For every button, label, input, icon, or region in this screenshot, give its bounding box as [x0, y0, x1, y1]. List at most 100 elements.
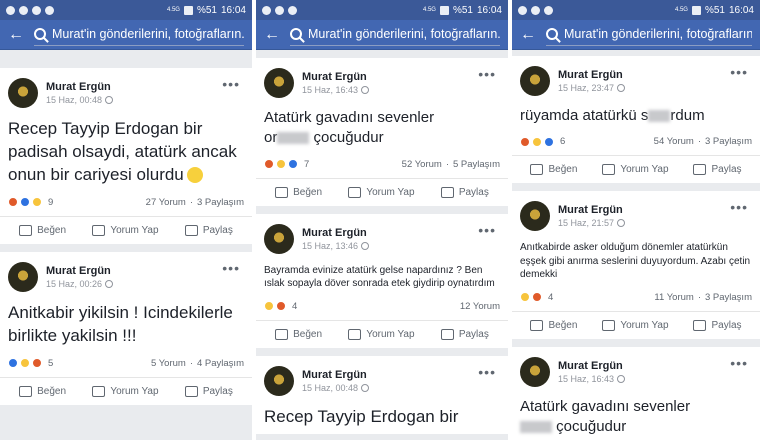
post-time[interactable]: 15 Haz, 16:43	[558, 374, 614, 384]
notification-icon	[6, 5, 15, 15]
comment-count[interactable]: 54 Yorum	[654, 136, 694, 147]
like-button[interactable]: Beğen	[275, 328, 322, 340]
more-options-icon[interactable]: •••	[730, 355, 748, 371]
like-reaction-icon	[544, 136, 554, 147]
share-icon	[440, 186, 454, 198]
comment-count[interactable]: 52 Yorum	[402, 159, 442, 170]
comment-button[interactable]: Yorum Yap	[92, 224, 159, 236]
globe-icon	[617, 374, 626, 383]
post-time[interactable]: 15 Haz, 16:43	[302, 85, 358, 95]
top-bar: ← Murat'in gönderilerini, fotoğrafların.…	[512, 20, 760, 50]
share-count[interactable]: 4 Paylaşım	[197, 358, 244, 369]
more-options-icon[interactable]: •••	[730, 64, 748, 80]
reaction-count[interactable]: 5	[48, 358, 53, 369]
author-name[interactable]: Murat Ergün	[558, 204, 625, 216]
like-button[interactable]: Beğen	[19, 224, 67, 236]
network-label: 4.5G	[674, 7, 688, 13]
share-count[interactable]: 3 Paylaşım	[705, 292, 752, 303]
back-arrow-icon[interactable]: ←	[8, 26, 26, 44]
post-text-line: Atatürk gavadını sevenler	[520, 397, 691, 415]
more-options-icon[interactable]: •••	[222, 260, 240, 276]
author-name[interactable]: Murat Ergün	[558, 69, 625, 81]
author-name[interactable]: Murat Ergün	[302, 71, 369, 83]
comment-count[interactable]: 12 Yorum	[460, 301, 500, 312]
comment-count[interactable]: 27 Yorum	[146, 197, 186, 208]
share-icon	[693, 164, 707, 176]
search-input[interactable]: Murat'in gönderilerini, fotoğrafların...	[546, 24, 752, 46]
more-options-icon[interactable]: •••	[478, 66, 496, 82]
reaction-count[interactable]: 9	[48, 197, 53, 208]
post-text: Anitkabir yikilsin ! Icindekilerle birli…	[8, 302, 233, 345]
comment-label: Yorum Yap	[620, 319, 669, 331]
comment-icon	[602, 164, 616, 176]
share-count[interactable]: 3 Paylaşım	[197, 197, 244, 208]
like-label: Beğen	[37, 224, 67, 236]
share-button[interactable]: Paylaş	[440, 186, 489, 198]
share-button[interactable]: Paylaş	[693, 164, 742, 176]
share-label: Paylaş	[711, 164, 742, 176]
search-input[interactable]: Murat'in gönderilerini, fotoğrafların...	[290, 24, 500, 46]
share-count[interactable]: 3 Paylaşım	[705, 136, 752, 147]
search-input[interactable]: Murat'in gönderilerini, fotoğrafların...	[34, 24, 244, 46]
post-time[interactable]: 15 Haz, 13:46	[302, 241, 358, 251]
author-name[interactable]: Murat Ergün	[302, 227, 369, 239]
more-options-icon[interactable]: •••	[222, 76, 240, 92]
back-arrow-icon[interactable]: ←	[520, 26, 538, 44]
comment-button[interactable]: Yorum Yap	[602, 164, 669, 176]
share-button[interactable]: Paylaş	[184, 385, 233, 397]
clock: 16:04	[728, 4, 754, 16]
notification-icon	[262, 5, 271, 15]
like-button[interactable]: Beğen	[530, 319, 577, 331]
avatar[interactable]	[520, 356, 550, 387]
author-name[interactable]: Murat Ergün	[558, 360, 625, 372]
avatar[interactable]	[8, 261, 38, 292]
battery-label: %51	[704, 4, 725, 16]
post-time[interactable]: 15 Haz, 00:48	[46, 95, 102, 105]
reaction-count[interactable]: 4	[548, 292, 553, 303]
status-bar: 4.5G %51 16:04	[512, 0, 760, 20]
post-time[interactable]: 15 Haz, 00:26	[46, 279, 102, 289]
back-arrow-icon[interactable]: ←	[264, 26, 282, 44]
post-time[interactable]: 15 Haz, 21:57	[558, 218, 614, 228]
signal-icon	[439, 5, 449, 15]
share-button[interactable]: Paylaş	[440, 328, 489, 340]
reaction-count[interactable]: 6	[560, 136, 565, 147]
like-button[interactable]: Beğen	[530, 164, 577, 176]
haha-reaction-icon	[32, 197, 42, 208]
post: Murat Ergün 15 Haz, 16:43 ••• Atatürk ga…	[512, 346, 760, 440]
like-button[interactable]: Beğen	[275, 186, 322, 198]
reaction-count[interactable]: 4	[292, 301, 297, 312]
author-name[interactable]: Murat Ergün	[46, 265, 113, 277]
comment-count[interactable]: 5 Yorum	[151, 358, 186, 369]
more-options-icon[interactable]: •••	[730, 199, 748, 215]
comment-button[interactable]: Yorum Yap	[602, 319, 669, 331]
thumbs-up-icon	[530, 164, 544, 176]
share-icon	[184, 385, 198, 397]
reaction-count[interactable]: 7	[304, 159, 309, 170]
more-options-icon[interactable]: •••	[478, 364, 496, 380]
more-options-icon[interactable]: •••	[478, 222, 496, 238]
avatar[interactable]	[264, 68, 294, 98]
share-count[interactable]: 5 Paylaşım	[453, 159, 500, 170]
avatar[interactable]	[520, 201, 550, 232]
comment-count[interactable]: 11 Yorum	[654, 292, 693, 303]
author-name[interactable]: Murat Ergün	[46, 81, 113, 93]
comment-button[interactable]: Yorum Yap	[348, 186, 415, 198]
like-button[interactable]: Beğen	[19, 385, 66, 397]
author-name[interactable]: Murat Ergün	[302, 369, 369, 381]
comment-button[interactable]: Yorum Yap	[348, 328, 415, 340]
avatar[interactable]	[264, 365, 294, 396]
comment-button[interactable]: Yorum Yap	[92, 385, 159, 397]
post-time[interactable]: 15 Haz, 00:48	[302, 383, 358, 393]
notification-icon	[288, 5, 297, 15]
share-button[interactable]: Paylaş	[693, 319, 742, 331]
post-text-suffix: çocuğudur	[313, 129, 384, 147]
notification-icon	[544, 5, 553, 15]
post: Murat Ergün 15 Haz, 00:48 ••• Recep Tayy…	[256, 355, 508, 435]
avatar[interactable]	[520, 66, 550, 96]
avatar[interactable]	[8, 78, 38, 108]
share-button[interactable]: Paylaş	[184, 224, 233, 236]
post-text-suffix: rdum	[670, 107, 705, 124]
post-time[interactable]: 15 Haz, 23:47	[558, 83, 614, 93]
avatar[interactable]	[264, 223, 294, 254]
